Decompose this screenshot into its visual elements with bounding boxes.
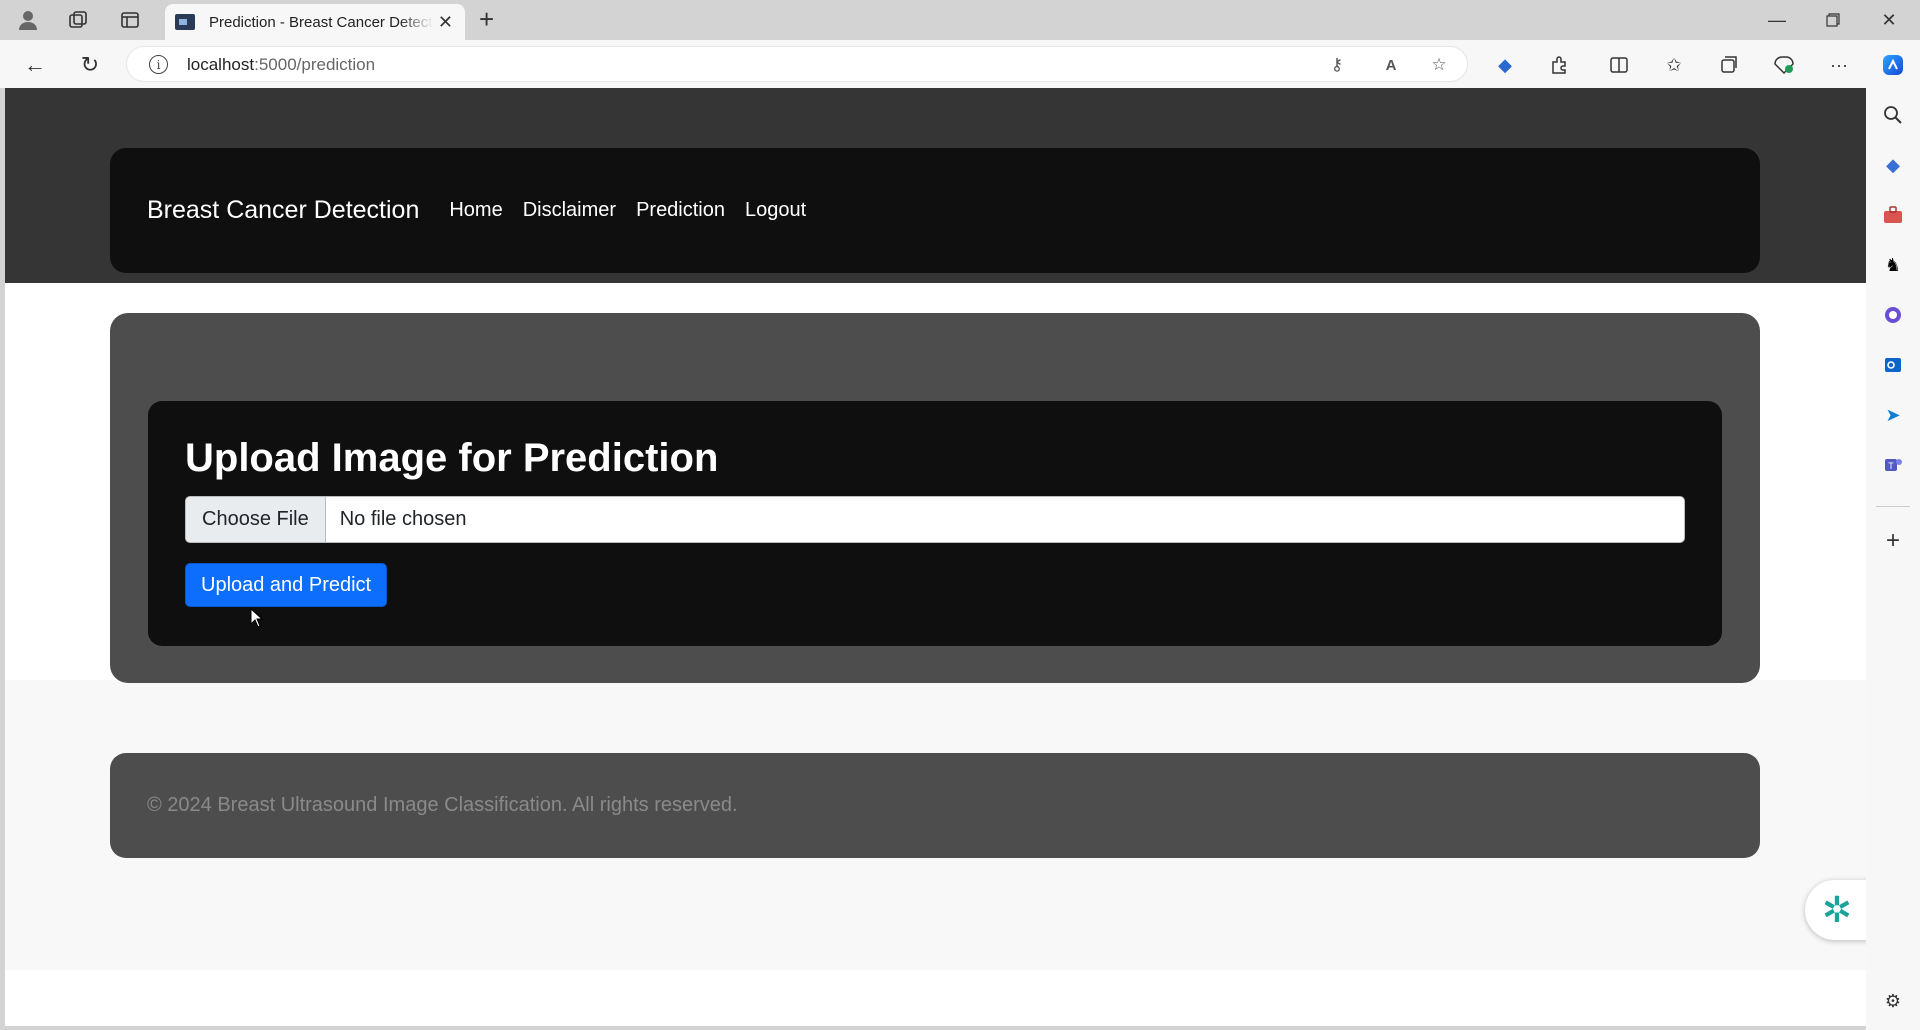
edge-sidebar: ◆ ♞ ➤ T + ⚙ — [1866, 88, 1920, 1030]
favorite-star-icon[interactable]: ☆ — [1427, 54, 1451, 76]
web-page: Breast Cancer Detection Home Disclaimer … — [5, 88, 1866, 1026]
upload-section: Upload Image for Prediction Choose File … — [110, 313, 1760, 683]
no-file-label: No file chosen — [339, 508, 467, 530]
games-chess-icon[interactable]: ♞ — [1880, 252, 1906, 278]
nav-link-prediction[interactable]: Prediction — [636, 199, 725, 222]
browser-tab-bar: Prediction - Breast Cancer Detection ✕ +… — [0, 0, 1920, 40]
url-host: localhost — [187, 55, 255, 74]
footer: © 2024 Breast Ultrasound Image Classific… — [110, 753, 1760, 858]
choose-file-button[interactable]: Choose File — [186, 497, 326, 542]
url-path: :5000/prediction — [254, 55, 376, 74]
minimize-icon[interactable]: — — [1754, 6, 1800, 34]
close-window-icon[interactable]: ✕ — [1866, 6, 1912, 34]
new-tab-icon[interactable]: + — [479, 6, 494, 32]
nav-link-home[interactable]: Home — [449, 199, 502, 222]
svg-text:T: T — [1888, 461, 1894, 471]
add-sidebar-app-icon[interactable]: + — [1880, 527, 1906, 554]
address-bar[interactable]: i localhost:5000/prediction ⚷ A ☆ — [126, 46, 1468, 82]
extension-shield-icon[interactable]: ◆ — [1492, 52, 1518, 78]
site-info-icon[interactable]: i — [149, 55, 168, 74]
collections-icon[interactable] — [1716, 52, 1742, 78]
password-key-icon[interactable]: ⚷ — [1325, 54, 1349, 76]
browser-essentials-icon[interactable] — [1771, 52, 1797, 78]
send-drop-icon[interactable]: ➤ — [1880, 402, 1906, 428]
tab-title: Prediction - Breast Cancer Detection — [209, 13, 433, 31]
upload-and-predict-button[interactable]: Upload and Predict — [185, 563, 388, 607]
more-menu-icon[interactable]: ··· — [1826, 52, 1852, 78]
copilot-icon[interactable] — [1880, 52, 1906, 78]
url-text[interactable]: localhost:5000/prediction — [187, 55, 375, 75]
close-tab-icon[interactable]: ✕ — [438, 12, 453, 33]
sidebar-search-icon[interactable] — [1880, 102, 1906, 128]
favorites-icon[interactable]: ✩ — [1661, 52, 1687, 78]
brand-link[interactable]: Breast Cancer Detection — [147, 196, 419, 225]
split-screen-icon[interactable] — [1606, 52, 1632, 78]
navbar: Breast Cancer Detection Home Disclaimer … — [110, 148, 1760, 273]
file-input[interactable]: Choose File No file chosen — [185, 496, 1685, 543]
assistant-floating-icon[interactable]: ✲ — [1805, 880, 1866, 940]
back-icon[interactable]: ← — [22, 52, 48, 78]
profile-icon[interactable] — [16, 8, 40, 32]
mouse-cursor-icon — [250, 608, 264, 628]
nav-link-logout[interactable]: Logout — [745, 199, 806, 222]
workspaces-icon[interactable] — [66, 8, 90, 32]
vertical-tabs-icon[interactable] — [118, 8, 142, 32]
active-tab[interactable]: Prediction - Breast Cancer Detection ✕ — [165, 4, 465, 40]
sidebar-settings-gear-icon[interactable]: ⚙ — [1880, 988, 1906, 1014]
sidebar-divider — [1876, 506, 1910, 507]
extensions-icon[interactable] — [1546, 52, 1572, 78]
read-aloud-icon[interactable]: A — [1379, 54, 1403, 76]
restore-icon[interactable] — [1810, 6, 1856, 34]
shopping-tag-icon[interactable]: ◆ — [1880, 152, 1906, 178]
refresh-icon[interactable]: ↻ — [77, 52, 103, 78]
teams-icon[interactable]: T — [1880, 452, 1906, 478]
outlook-icon[interactable] — [1880, 352, 1906, 378]
microsoft-365-icon[interactable] — [1880, 302, 1906, 328]
site-favicon-icon — [175, 14, 195, 30]
upload-card: Upload Image for Prediction Choose File … — [148, 401, 1722, 646]
footer-copyright: © 2024 Breast Ultrasound Image Classific… — [147, 794, 738, 816]
upload-title: Upload Image for Prediction — [185, 436, 719, 480]
nav-link-disclaimer[interactable]: Disclaimer — [523, 199, 616, 222]
browser-toolbar: ← ↻ i localhost:5000/prediction ⚷ A ☆ ◆ … — [0, 40, 1920, 88]
tools-briefcase-icon[interactable] — [1880, 202, 1906, 228]
